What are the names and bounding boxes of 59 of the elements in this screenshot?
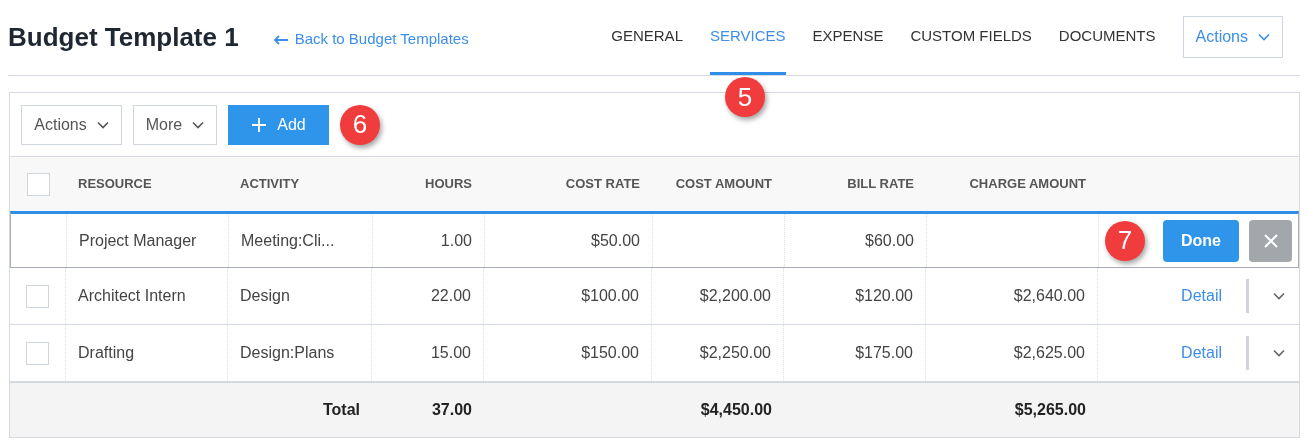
table-cell-text: $120.00 xyxy=(855,286,913,306)
table-cell-text: $175.00 xyxy=(855,343,913,363)
table-cell-text: Architect Intern xyxy=(78,286,186,306)
column-header: COST RATE xyxy=(564,175,641,194)
back-link[interactable]: Back to Budget Templates xyxy=(272,28,469,51)
detail-link[interactable]: Detail xyxy=(1181,284,1222,308)
table-cell-text: $150.00 xyxy=(581,343,639,363)
chevron-down-icon xyxy=(96,120,109,129)
table-cell-text: $100.00 xyxy=(581,286,639,306)
detail-link[interactable]: Detail xyxy=(1181,341,1222,365)
tab[interactable]: DOCUMENTS xyxy=(1058,0,1156,75)
step-number-badge: 5 xyxy=(725,77,765,117)
chevron-down-icon xyxy=(1273,292,1285,300)
total-label: Total xyxy=(322,401,360,418)
table-cell-text: Design xyxy=(240,286,290,306)
done-button[interactable]: Done xyxy=(1163,219,1239,262)
tab[interactable]: EXPENSE xyxy=(812,0,884,75)
chevron-down-icon xyxy=(192,120,205,129)
table-cell-text: $2,200.00 xyxy=(699,286,771,306)
table-cell-text: 1.00 xyxy=(440,230,472,251)
page-title: Budget Template 1 xyxy=(8,21,239,54)
table-cell-text: Design:Plans xyxy=(240,343,335,363)
column-header: RESOURCE xyxy=(77,175,153,194)
tab[interactable]: GENERAL xyxy=(611,0,683,75)
close-button[interactable] xyxy=(1249,219,1292,262)
table-cell-text: $2,640.00 xyxy=(1013,286,1085,306)
checkbox[interactable] xyxy=(26,284,49,308)
dropdown-button[interactable]: Actions xyxy=(21,104,122,145)
actions-dropdown[interactable]: Actions xyxy=(1182,15,1283,58)
step-number-badge: 6 xyxy=(340,104,380,145)
total-cell: 37.00 xyxy=(431,401,472,418)
tab[interactable]: CUSTOM FIELDS xyxy=(910,0,1032,75)
plus-icon xyxy=(251,116,268,133)
arrow-left-icon xyxy=(272,34,289,45)
column-header: COST AMOUNT xyxy=(674,175,773,194)
table-cell-text: $2,250.00 xyxy=(699,343,771,363)
table-cell-text: 22.00 xyxy=(430,286,471,306)
table-cell-text: $2,625.00 xyxy=(1013,343,1085,363)
column-header: CHARGE AMOUNT xyxy=(968,175,1087,194)
tab[interactable]: SERVICES xyxy=(710,0,786,75)
checkbox[interactable] xyxy=(26,341,49,365)
column-header: HOURS xyxy=(424,175,473,194)
table-cell-text: 15.00 xyxy=(430,343,471,363)
chevron-down-icon xyxy=(1258,32,1270,41)
table-cell-text: Drafting xyxy=(78,343,135,363)
chevron-down-icon xyxy=(1273,349,1285,357)
close-icon xyxy=(1262,232,1279,249)
step-number-badge: 7 xyxy=(1105,220,1145,261)
column-header: BILL RATE xyxy=(846,175,915,194)
checkbox[interactable] xyxy=(26,172,50,196)
column-header: ACTIVITY xyxy=(239,175,301,194)
table-cell-text: Project Manager xyxy=(79,230,197,251)
total-cell: $4,450.00 xyxy=(700,401,772,418)
add-button[interactable]: Add xyxy=(228,104,329,145)
table-cell-text: $50.00 xyxy=(591,230,640,251)
total-cell: $5,265.00 xyxy=(1014,401,1086,418)
table-cell-text: Meeting:Cli... xyxy=(241,230,335,251)
dropdown-button[interactable]: More xyxy=(133,104,217,145)
table-cell-text: $60.00 xyxy=(865,230,914,251)
